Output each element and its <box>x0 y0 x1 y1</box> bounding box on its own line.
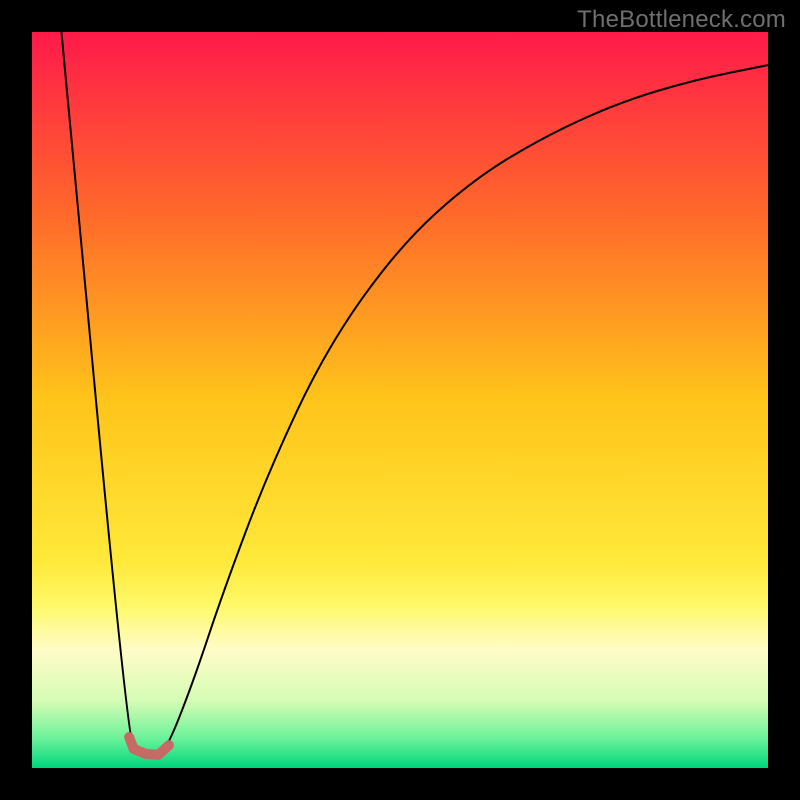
watermark-text: TheBottleneck.com <box>577 6 786 34</box>
chart-container: TheBottleneck.com <box>0 0 800 800</box>
gradient-background <box>32 32 768 768</box>
plot-area <box>32 32 768 768</box>
chart-svg <box>32 32 768 768</box>
